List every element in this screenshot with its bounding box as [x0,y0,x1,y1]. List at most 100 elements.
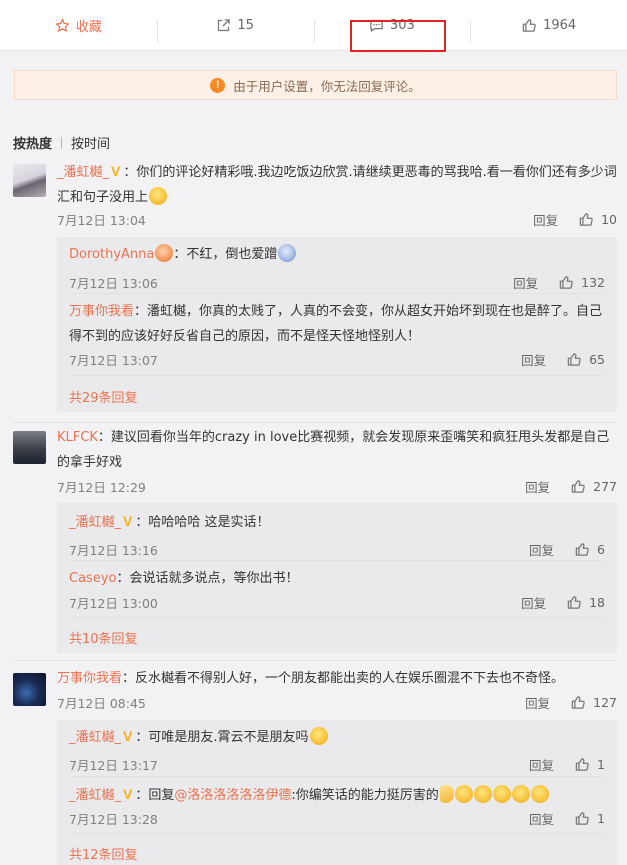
reply-item: 万事你我看：潘虹樾，你真的太贱了，人真的不会变，你从超女开始坏到现在也是醉了。自… [69,299,609,368]
reply-time: 7月12日 13:00 [69,595,158,611]
reply-divider [69,375,605,376]
reply-button[interactable]: 回复 [533,210,558,229]
reply-username[interactable]: 万事你我看 [69,304,134,319]
thumbs-up-icon [522,18,536,32]
thumbs-up-icon [571,695,585,709]
reply-divider [69,833,605,834]
like-button[interactable]: 1964 [470,0,627,51]
reply-button[interactable]: 回复 [521,593,546,612]
comment-icon [370,19,383,32]
reply-like-button[interactable]: 132 [558,275,605,290]
thumbs-up-icon [575,811,589,825]
vip-badge-icon: V [123,513,133,529]
vip-badge-icon: V [123,728,133,744]
reply-prefix: ：回复 [135,788,175,803]
reply-like-button[interactable]: 65 [566,352,605,367]
comment-meta: 7月12日 08:45 回复 127 [57,692,617,712]
comment-like-button[interactable]: 127 [570,695,617,710]
reply-username[interactable]: _潘虹樾_ [69,515,121,530]
laugh-emoji-icon [473,785,492,803]
weibo-comments-page: 收藏 15 303 1964 ! 由于用户设置，你无法回复评论。 按热度 按时间… [0,0,627,865]
reply-username[interactable]: Caseyo [69,571,116,586]
reply-body: ：哈哈哈哈 这是实话！ [135,515,270,530]
reply-button[interactable]: 回复 [525,477,550,496]
more-replies-link[interactable]: 共12条回复 [69,844,138,863]
reply-button[interactable]: 回复 [529,540,554,559]
reply-like-count: 1 [597,756,605,772]
reply-like-count: 65 [589,351,605,367]
reply-meta: 7月12日 13:00 回复 18 [69,592,605,612]
favorite-label: 收藏 [75,19,102,35]
sort-tabs: 按热度 按时间 [13,133,110,152]
reply-like-count: 1 [597,810,605,826]
comment-button[interactable]: 303 [313,0,471,51]
thumbs-up-icon [567,595,581,609]
reply-like-button[interactable]: 18 [566,595,605,610]
reply-like-count: 132 [581,274,605,290]
avatar[interactable] [13,164,46,197]
comment-count: 303 [389,17,415,33]
reply-divider [69,293,605,294]
reply-item: Caseyo：会说话就多说点，等你出书！ 7月12日 13:00 回复 18 [69,566,609,611]
avatar[interactable] [13,673,46,706]
reply-time: 7月12日 13:06 [69,275,158,291]
reply-like-count: 18 [589,594,605,610]
thumbs-up-icon [559,275,573,289]
reply-divider [69,617,605,618]
avatar[interactable] [13,431,46,464]
reply-meta: 7月12日 13:17 回复 1 [69,754,605,774]
mention-link[interactable]: @洛洛洛洛洛洛伊德 [174,788,291,803]
reply-time: 7月12日 13:28 [69,811,158,827]
notice-text: 由于用户设置，你无法回复评论。 [233,78,421,94]
reply-like-button[interactable]: 1 [574,811,605,826]
comment-divider [13,660,617,661]
comment-like-button[interactable]: 277 [570,479,617,494]
comment-like-button[interactable]: 10 [578,212,617,227]
reply-button[interactable]: 回复 [525,693,550,712]
comment-time: 7月12日 12:29 [57,479,146,495]
reply-body: ：会说话就多说点，等你出书！ [116,571,299,586]
comment-text: 万事你我看：反水樾看不得别人好，一个朋友都能出卖的人在娱乐圈混不下去也不奇怪。 [57,666,617,691]
more-replies-link[interactable]: 共10条回复 [69,628,138,647]
comment-username[interactable]: 万事你我看 [57,671,122,686]
reply-like-button[interactable]: 1 [574,757,605,772]
comment-like-count: 10 [601,211,617,227]
laugh-emoji-icon [530,785,549,803]
reply-list: DorothyAnna ：不红，倒也爱蹭 7月12日 13:06 回复 132 万… [57,237,617,412]
share-icon [218,18,231,31]
vip-badge-icon: V [123,786,133,802]
comment-body: ：你们的评论好精彩哦.我边吃饭边欣赏.请继续更恶毒的骂我哈.看一看你们还有多少词… [57,165,617,205]
sort-separator [61,136,63,149]
warning-icon: ! [210,77,226,93]
share-button[interactable]: 15 [156,0,314,51]
reply-body: ：不红，倒也爱蹭 [173,247,278,262]
comment-meta: 7月12日 12:29 回复 277 [57,476,617,496]
reply-like-count: 6 [597,541,605,557]
reply-username[interactable]: DorothyAnna [69,247,154,262]
reply-button[interactable]: 回复 [529,809,554,828]
comment-username[interactable]: KLFCK [57,430,98,445]
reply-meta: 7月12日 13:28 回复 1 [69,808,605,828]
comment-body: ：建议回看你当年的crazy in love比赛视频，就会发现原来歪嘴笑和疯狂甩… [57,430,610,470]
reply-button[interactable]: 回复 [529,755,554,774]
reply-username[interactable]: _潘虹樾_ [69,788,121,803]
reply-divider [69,776,605,777]
comment-username[interactable]: _潘虹樾_ [57,165,109,180]
thumbs-up-emoji-icon [439,785,454,803]
favorite-button[interactable]: 收藏 [0,0,157,51]
reply-body: :你编笑话的能力挺厉害的 [291,788,439,803]
reply-time: 7月12日 13:07 [69,352,158,368]
thumbs-up-icon [567,352,581,366]
reply-like-button[interactable]: 6 [574,542,605,557]
reply-list: _潘虹樾_ V ：可唯是朋友.霄云不是朋友吗 7月12日 13:17 回复 1 _潘… [57,720,617,865]
reply-button[interactable]: 回复 [521,350,546,369]
reply-item: _潘虹樾_ V ：哈哈哈哈 这是实话！ 7月12日 13:16 回复 6 [69,509,609,558]
sort-by-hot[interactable]: 按热度 [13,133,52,152]
thumbs-up-icon [579,212,593,226]
sort-by-time[interactable]: 按时间 [71,133,110,152]
reply-button[interactable]: 回复 [513,273,538,292]
reply-username[interactable]: _潘虹樾_ [69,730,121,745]
vip-badge-icon: V [111,163,121,179]
comment-text: KLFCK：建议回看你当年的crazy in love比赛视频，就会发现原来歪嘴… [57,425,617,475]
more-replies-link[interactable]: 共29条回复 [69,387,138,406]
